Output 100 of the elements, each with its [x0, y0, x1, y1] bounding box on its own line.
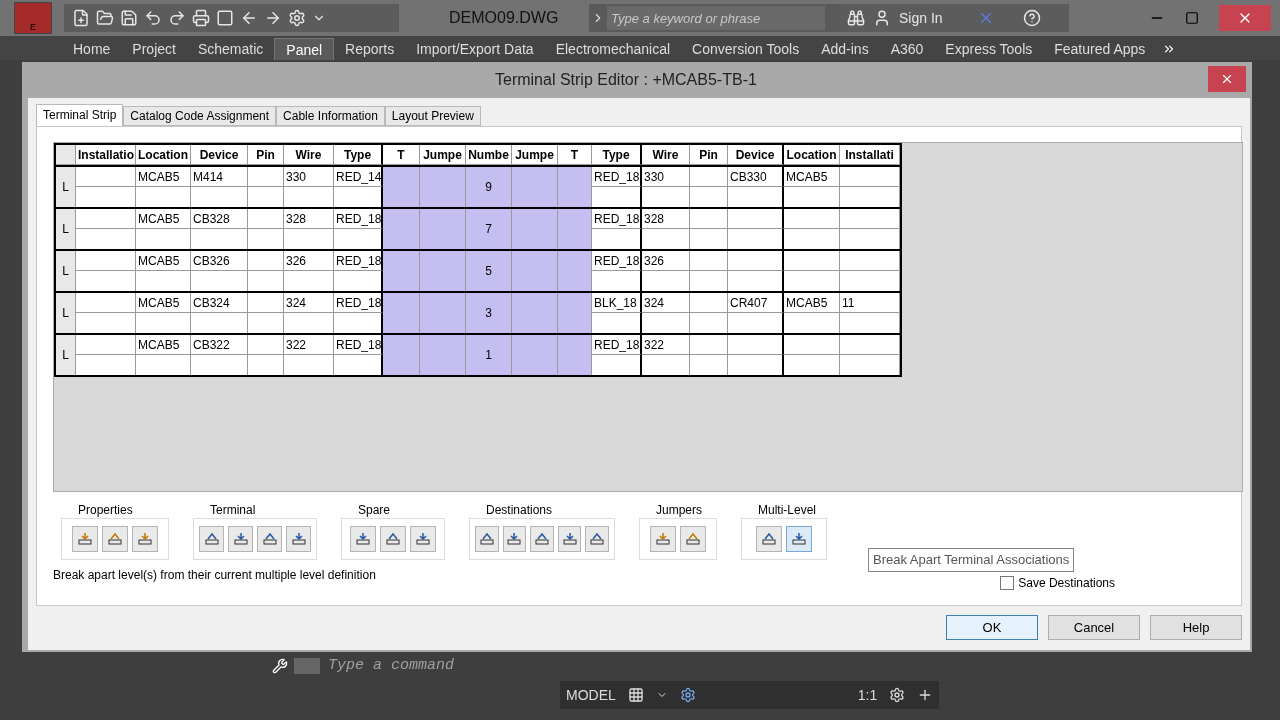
ribbon-tab[interactable]: Add-ins — [810, 38, 880, 60]
ribbon-tab[interactable]: Featured Apps — [1043, 38, 1157, 60]
table-cell: MCAB5 — [136, 251, 191, 271]
toolbar-icon[interactable] — [288, 9, 306, 27]
row-header[interactable]: L — [56, 293, 76, 333]
terminal-cell — [512, 335, 558, 375]
tool-button[interactable] — [350, 526, 376, 552]
tool-button[interactable] — [286, 526, 311, 552]
group-label: Multi-Level — [758, 502, 818, 518]
row-header[interactable]: L — [56, 209, 76, 249]
terminal-cell — [383, 335, 420, 375]
table-cell: 11 — [840, 293, 900, 313]
toolbar-icon[interactable] — [72, 9, 90, 27]
tool-button[interactable] — [199, 526, 224, 552]
tool-button[interactable] — [475, 526, 499, 552]
tool-button[interactable] — [257, 526, 282, 552]
settings-icon[interactable] — [679, 687, 696, 703]
tool-button[interactable] — [530, 526, 554, 552]
terminal-tool-icon — [561, 531, 578, 547]
toolbar-icon[interactable] — [144, 9, 162, 27]
tool-button[interactable] — [132, 526, 158, 552]
ribbon-tab[interactable]: Panel — [274, 38, 335, 60]
table-cell — [248, 335, 284, 355]
toolbar-icon[interactable] — [240, 9, 258, 27]
tool-button[interactable] — [585, 526, 609, 552]
tool-button[interactable] — [650, 526, 676, 552]
maximize-icon[interactable] — [1185, 11, 1199, 25]
help-icon[interactable] — [1023, 9, 1041, 27]
ribbon-tab[interactable]: Project — [121, 38, 187, 60]
table-cell — [784, 335, 840, 355]
tool-button[interactable] — [502, 526, 527, 552]
table-cell — [840, 335, 900, 355]
dialog-button[interactable]: Help — [1150, 615, 1242, 640]
table-cell: 322 — [642, 335, 690, 355]
terminal-cell — [383, 293, 420, 333]
table-cell — [248, 167, 284, 187]
column-header: Wire — [284, 145, 334, 165]
tool-button[interactable] — [380, 526, 406, 552]
ribbon-tab[interactable]: Schematic — [186, 38, 275, 60]
checkbox-label: Save Destinations — [1018, 575, 1115, 592]
dialog-tab[interactable]: Catalog Code Assignment — [123, 106, 277, 126]
column-header: Pin — [248, 145, 284, 165]
table-cell: BLK_18 — [592, 293, 642, 313]
column-header: T — [558, 145, 592, 165]
toolbar-icon[interactable] — [264, 9, 282, 27]
search-icon[interactable] — [847, 9, 865, 27]
terminal-tool-icon — [506, 531, 523, 547]
close-icon — [1220, 72, 1234, 86]
ribbon-tab[interactable]: Express Tools — [934, 38, 1044, 60]
scale-button[interactable]: 1:1 — [857, 684, 878, 706]
dialog-tab[interactable]: Cable Information — [276, 106, 385, 126]
tool-button[interactable] — [72, 526, 98, 552]
app-logo-letter: E — [30, 22, 36, 32]
table-cell: CB324 — [191, 293, 248, 313]
table-cell — [840, 167, 900, 187]
user-icon — [873, 9, 891, 27]
toolbar-icon[interactable] — [96, 9, 114, 27]
tool-button[interactable] — [410, 526, 436, 552]
tool-button[interactable] — [680, 526, 706, 552]
terminal-tool-icon — [761, 531, 777, 547]
tool-button[interactable] — [756, 526, 782, 552]
dialog-button[interactable]: OK — [946, 615, 1038, 640]
command-field[interactable]: Type a command — [328, 654, 928, 678]
row-header[interactable]: L — [56, 167, 76, 207]
ribbon-tab[interactable]: Reports — [334, 38, 406, 60]
ribbon-tab[interactable]: Electromechanical — [544, 38, 682, 60]
search-field[interactable]: Type a keyword or phrase — [607, 6, 825, 30]
checkbox[interactable] — [1000, 576, 1015, 590]
ribbon-tab[interactable]: Conversion Tools — [681, 38, 811, 60]
ribbon-tab[interactable]: A360 — [879, 38, 935, 60]
dialog-button[interactable]: Cancel — [1048, 615, 1140, 640]
toolbar-icon[interactable] — [120, 9, 138, 27]
column-header: Wire — [642, 145, 690, 165]
terminal-cell — [420, 251, 466, 291]
tool-button[interactable] — [102, 526, 128, 552]
tool-button[interactable] — [557, 526, 582, 552]
wrench-icon[interactable] — [272, 658, 288, 674]
settings-icon[interactable] — [889, 687, 906, 703]
table-cell: RED_18 — [592, 335, 642, 355]
row-header[interactable]: L — [56, 335, 76, 375]
tooltip: Break Apart Terminal Associations — [868, 548, 1075, 572]
terminal-tool-icon — [203, 531, 220, 547]
grid-icon[interactable] — [627, 687, 644, 703]
terminal-number: 1 — [466, 335, 512, 375]
table-cell: MCAB5 — [784, 167, 840, 187]
toolbar-icon[interactable] — [216, 9, 234, 27]
dialog-tab[interactable]: Layout Preview — [384, 106, 481, 126]
model-button[interactable]: MODEL — [566, 684, 616, 706]
table-cell: MCAB5 — [136, 209, 191, 229]
toolbar-icon[interactable] — [192, 9, 210, 27]
dialog-tab[interactable]: Terminal Strip — [36, 104, 124, 126]
tool-button[interactable] — [228, 526, 253, 552]
ribbon-tab[interactable]: Home — [62, 38, 122, 60]
row-header[interactable]: L — [56, 251, 76, 291]
table-cell: RED_18 — [592, 209, 642, 229]
column-header: Installatio — [76, 145, 136, 165]
tool-button[interactable] — [786, 526, 812, 552]
ribbon-tab[interactable]: Import/Export Data — [405, 38, 545, 60]
toolbar-icon[interactable] — [168, 9, 186, 27]
table-cell: 322 — [284, 335, 334, 355]
